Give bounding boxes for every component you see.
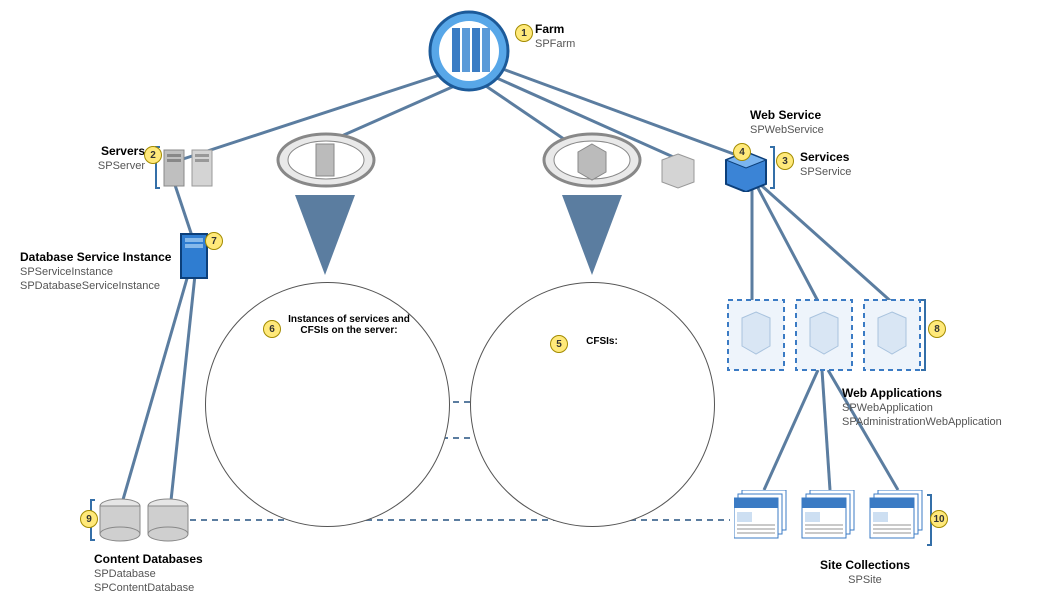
- database-icon: [98, 498, 198, 544]
- content-dbs-title: Content Databases: [94, 552, 203, 566]
- web-apps-title: Web Applications: [842, 386, 942, 400]
- servers-badge: 2: [144, 146, 162, 164]
- site-collections-title: Site Collections: [820, 558, 910, 572]
- web-apps-badge: 8: [928, 320, 946, 338]
- web-app-icon: [726, 298, 926, 376]
- db-service-instance-class-1: SPDatabaseServiceInstance: [20, 280, 175, 292]
- server-icon: [162, 146, 232, 190]
- farm-node: [428, 10, 510, 97]
- farm-label: Farm SPFarm: [535, 22, 575, 50]
- service-cubes-icon: [660, 146, 770, 192]
- web-apps-label: Web Applications SPWebApplication SPAdmi…: [842, 386, 1002, 428]
- site-collections-label: Site Collections SPSite: [815, 558, 915, 586]
- services-badge: 3: [776, 152, 794, 170]
- instances-badge: 6: [263, 320, 281, 338]
- web-apps-class-1: SPAdministrationWebApplication: [842, 416, 1002, 428]
- cfsis-title: CFSIs:: [572, 336, 632, 347]
- servers-group: [162, 146, 232, 195]
- webservice-label: Web Service SPWebService: [750, 108, 824, 136]
- db-service-instance-badge: 7: [205, 232, 223, 250]
- cfsis-circle: [470, 282, 715, 527]
- site-collection-icon: [734, 490, 934, 550]
- db-service-instance-title: Database Service Instance: [20, 250, 171, 264]
- content-dbs-class-1: SPContentDatabase: [94, 582, 203, 594]
- farm-class: SPFarm: [535, 38, 575, 50]
- services-label: Services SPService: [800, 150, 851, 178]
- services-title: Services: [800, 150, 849, 164]
- web-apps-class-0: SPWebApplication: [842, 402, 1002, 414]
- cfsis-badge: 5: [550, 335, 568, 353]
- site-collections-group: [734, 490, 934, 555]
- services-class: SPService: [800, 166, 851, 178]
- servers-label: Servers SPServer: [97, 144, 145, 172]
- site-collections-class: SPSite: [815, 574, 915, 586]
- content-dbs-label: Content Databases SPDatabase SPContentDa…: [94, 552, 203, 594]
- lens-left: [276, 130, 376, 195]
- content-dbs-badge: 9: [80, 510, 98, 528]
- servers-class: SPServer: [97, 160, 145, 172]
- services-group: [660, 146, 770, 197]
- web-apps-group: [726, 298, 926, 381]
- db-service-instance-label: Database Service Instance SPServiceInsta…: [20, 250, 175, 292]
- farm-badge: 1: [515, 24, 533, 42]
- lens-right: [542, 130, 642, 195]
- content-dbs-class-0: SPDatabase: [94, 568, 203, 580]
- site-collections-badge: 10: [930, 510, 948, 528]
- content-dbs-group: [98, 498, 198, 549]
- farm-icon: [428, 10, 510, 92]
- servers-title: Servers: [101, 144, 145, 158]
- db-service-instance-class-0: SPServiceInstance: [20, 266, 175, 278]
- farm-title: Farm: [535, 22, 564, 36]
- webservice-badge: 4: [733, 143, 751, 161]
- instances-title: Instances of services and CFSIs on the s…: [284, 314, 414, 336]
- webservice-class: SPWebService: [750, 124, 824, 136]
- webservice-title: Web Service: [750, 108, 821, 122]
